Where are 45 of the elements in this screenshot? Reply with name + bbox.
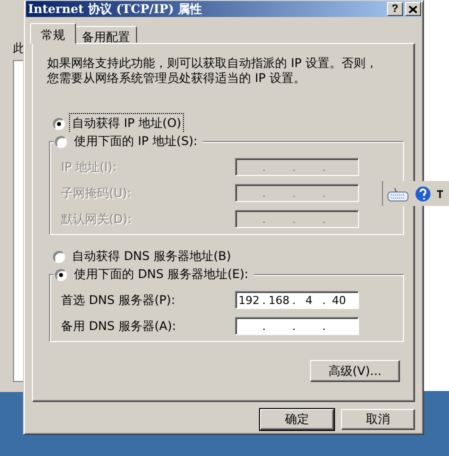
cancel-button[interactable]: 取消 xyxy=(341,409,415,430)
radio-button[interactable] xyxy=(53,250,65,262)
keyboard-icon xyxy=(387,186,409,202)
radio-button[interactable] xyxy=(55,268,67,280)
separator-text: . xyxy=(261,160,267,174)
radio-button[interactable] xyxy=(53,118,65,130)
window-title: Internet 协议 (TCP/IP) 属性 xyxy=(28,0,204,18)
separator-text: . xyxy=(321,212,327,226)
ip-address-field[interactable]: 192 . 168 . 4 . 40 xyxy=(235,291,359,309)
tab[interactable]: 备用配置 xyxy=(75,26,137,43)
octet-text: 168 xyxy=(268,294,290,306)
field-label: 子网掩码(U): xyxy=(60,184,132,202)
separator-text: . xyxy=(261,212,267,226)
radio-label[interactable]: 自动获得 IP 地址(O) xyxy=(70,114,184,133)
separator-text: . xyxy=(291,212,297,226)
octet-text: 192 xyxy=(238,294,260,306)
radio-label[interactable]: 自动获得 DNS 服务器地址(B) xyxy=(70,247,234,266)
field-label: 首选 DNS 服务器(P): xyxy=(60,292,176,308)
field-label: 备用 DNS 服务器(A): xyxy=(60,318,178,334)
help-icon xyxy=(415,186,431,202)
octet-text: 40 xyxy=(331,294,347,306)
separator-text: . xyxy=(321,186,327,200)
separator-text: . xyxy=(291,186,297,200)
field-label: IP 地址(I): xyxy=(60,158,118,176)
tab[interactable]: 常规 xyxy=(30,23,76,44)
close-button[interactable] xyxy=(405,2,421,16)
field-label: 默认网关(D): xyxy=(60,210,133,228)
advanced-button[interactable]: 高级(V)... xyxy=(310,360,400,382)
description-text: 您需要从网络系统管理员处获得适当的 IP 设置。 xyxy=(47,71,306,86)
help-button[interactable]: ? xyxy=(387,2,403,16)
separator-text: . xyxy=(291,294,297,306)
octet-text: 4 xyxy=(304,294,314,306)
separator-text: . xyxy=(261,186,267,200)
separator-text: . xyxy=(321,294,327,306)
separator-text: . xyxy=(321,320,327,332)
close-icon xyxy=(409,6,417,12)
description-text: 如果网络支持此功能，则可以获取自动指派的 IP 设置。否则， xyxy=(47,56,378,71)
separator-text: . xyxy=(291,160,297,174)
radio-button[interactable] xyxy=(55,136,67,148)
ip-address-field[interactable]: . . . xyxy=(235,317,359,335)
ok-button[interactable]: 确定 xyxy=(260,409,334,430)
separator-text: . xyxy=(261,294,267,306)
separator-text: . xyxy=(321,160,327,174)
separator-text: . xyxy=(291,320,297,332)
separator-text: . xyxy=(261,320,267,332)
